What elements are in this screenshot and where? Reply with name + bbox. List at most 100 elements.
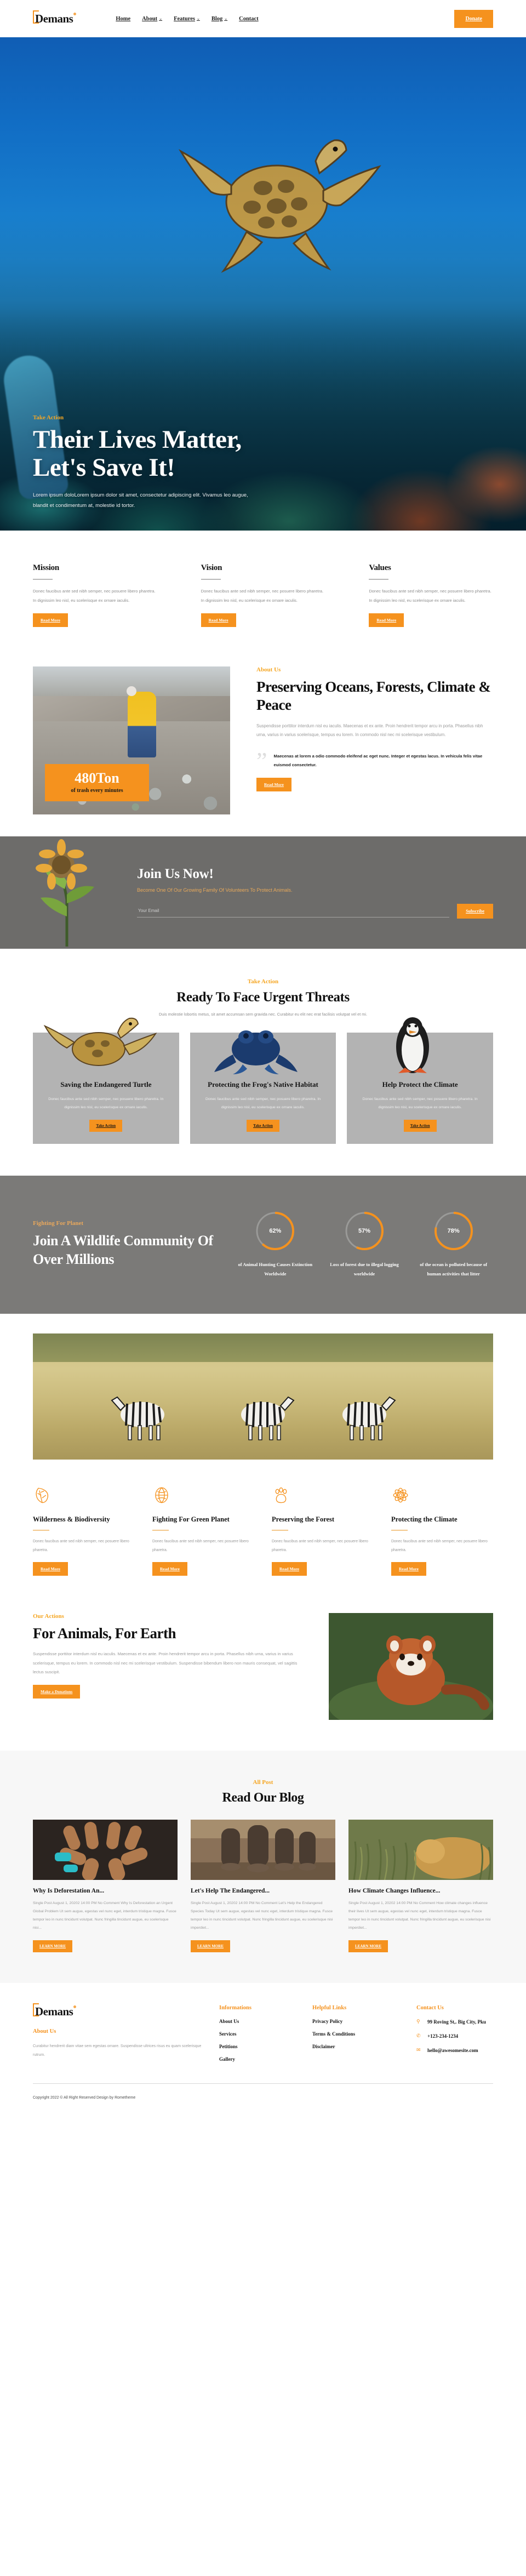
feature-text: Donec faucibus ante sed nibh semper, nec… <box>272 1540 368 1552</box>
globe-icon <box>155 1487 168 1503</box>
donut-chart: 78% <box>432 1210 475 1252</box>
nav-item-contact[interactable]: Contact <box>239 16 259 22</box>
threats-title: Ready To Face Urgent Threats <box>176 989 350 1005</box>
blog-thumbnail <box>348 1819 493 1880</box>
mvv-card-values: Values Donec faucibus ante sed nibh semp… <box>369 563 493 627</box>
hero-title-line-1: Their Lives Matter, <box>33 425 242 454</box>
features-section: Wilderness & Biodiversity Donec faucibus… <box>0 1460 526 1600</box>
blog-card[interactable]: Why Is Deforestation An... Single Post A… <box>33 1819 178 1952</box>
photo-person-head <box>127 686 136 696</box>
footer-link-gallery[interactable]: Gallery <box>219 2056 301 2062</box>
read-more-button[interactable]: Read More <box>152 1561 187 1576</box>
blog-card[interactable]: Let's Help The Endangered... Single Post… <box>191 1819 335 1952</box>
contact-email-text: hello@awesomesite.com <box>427 2047 478 2053</box>
nav-item-blog[interactable]: Blog ⌄ <box>211 16 227 22</box>
footer-link-disclaimer[interactable]: Disclaimer <box>312 2044 405 2049</box>
read-more-button[interactable]: Read More <box>33 1561 68 1576</box>
footer-link-about-us[interactable]: About Us <box>219 2019 301 2024</box>
actions-eyebrow: Our Actions <box>33 1612 64 1620</box>
divider <box>152 1530 169 1531</box>
make-donations-button[interactable]: Make a Donations <box>33 1685 81 1699</box>
quote-mark-icon: ” <box>256 748 267 775</box>
divider <box>391 1530 408 1531</box>
mvv-card-vision: Vision Donec faucibus ante sed nibh semp… <box>201 563 325 627</box>
threat-title: Saving the Endangered Turtle <box>60 1080 152 1088</box>
take-action-button[interactable]: Take Action <box>403 1120 437 1132</box>
mission-vision-values-section: Mission Donec faucibus ante sed nibh sem… <box>0 531 526 657</box>
about-read-more-button[interactable]: Read More <box>256 778 291 792</box>
footer-link-services[interactable]: Services <box>219 2031 301 2037</box>
envelope-icon: ✉ <box>416 2047 421 2053</box>
elephant-feet-photo <box>191 1819 335 1880</box>
divider <box>201 579 221 580</box>
stats-heading-column: Fighting For Planet Join A Wildlife Comm… <box>33 1220 214 1269</box>
donate-button[interactable]: Donate <box>454 9 493 28</box>
divider <box>369 579 389 580</box>
footer-helpful-column: Helpful Links Privacy Policy Terms & Con… <box>312 2005 405 2069</box>
blog-post-excerpt: Single Post August 1, 20202 14:00 PM No … <box>33 1901 176 1930</box>
zebra-illustration <box>342 1396 396 1440</box>
learn-more-button[interactable]: LEARN MORE <box>33 1940 73 1952</box>
footer-brand-logo[interactable]: Demans <box>33 2003 208 2019</box>
footer-informations-column: Informations About Us Services Petitions… <box>219 2005 301 2069</box>
logo-bracket-icon <box>33 10 39 24</box>
zebra-banner-section <box>0 1314 526 1460</box>
footer-about-title: About Us <box>33 2028 56 2034</box>
take-action-button[interactable]: Take Action <box>89 1120 123 1132</box>
mvv-grid: Mission Donec faucibus ante sed nibh sem… <box>33 563 493 627</box>
about-quote: ” Maecenas at lorem a odio commodo eleif… <box>256 748 493 775</box>
nav-label: Contact <box>239 15 259 22</box>
take-action-button[interactable]: Take Action <box>247 1120 279 1132</box>
footer-link-terms-conditions[interactable]: Terms & Conditions <box>312 2031 405 2037</box>
footer-helpful-title: Helpful Links <box>312 2004 347 2011</box>
nav-label: Blog <box>211 15 223 22</box>
blog-post-title: How Climate Changes Influence... <box>348 1887 441 1894</box>
brand-logo[interactable]: Demans <box>33 10 77 26</box>
newsletter-subtitle: Become One Of Our Growing Family Of Volu… <box>137 887 293 893</box>
stat-badge: 480Ton of trash every minutes <box>45 764 149 801</box>
chevron-down-icon: ⌄ <box>224 16 228 21</box>
nav-item-about[interactable]: About ⌄ <box>142 16 162 22</box>
features-grid: Wilderness & Biodiversity Donec faucibus… <box>33 1486 493 1576</box>
email-input[interactable] <box>137 904 450 918</box>
nav-label: Features <box>174 15 195 22</box>
blog-card[interactable]: How Climate Changes Influence... Single … <box>348 1819 493 1952</box>
chevron-down-icon: ⌄ <box>159 16 163 21</box>
threat-text: Donec faucibus ante sed nibh semper, nec… <box>48 1097 164 1110</box>
nav-item-home[interactable]: Home <box>116 16 130 22</box>
read-more-button[interactable]: Read More <box>391 1561 426 1576</box>
wildlife-community-stats-section: Fighting For Planet Join A Wildlife Comm… <box>0 1176 526 1314</box>
contact-phone-text: +123-234-1234 <box>427 2033 459 2039</box>
contact-email-row[interactable]: ✉ hello@awesomesite.com <box>416 2047 493 2054</box>
stat-number: 480Ton <box>75 770 119 787</box>
contact-phone-row[interactable]: ✆ +123-234-1234 <box>416 2033 493 2040</box>
read-more-button[interactable]: Read More <box>33 613 68 627</box>
stat-label: of trash every minutes <box>71 787 123 794</box>
lion-grass-photo <box>348 1819 493 1880</box>
chevron-down-icon: ⌄ <box>196 16 200 21</box>
nav-item-features[interactable]: Features ⌄ <box>174 16 200 22</box>
mvv-title: Mission <box>33 563 59 572</box>
photo-person <box>127 691 156 757</box>
read-more-button[interactable]: Read More <box>369 613 404 627</box>
donut-value: 78% <box>447 1228 460 1235</box>
learn-more-button[interactable]: LEARN MORE <box>191 1940 231 1952</box>
donut-value: 57% <box>358 1228 370 1235</box>
hero-title: Their Lives Matter, Let's Save It! <box>33 426 493 481</box>
location-pin-icon: ⚲ <box>416 2018 420 2024</box>
stat-donut-item: 78% of the ocean is polluted because of … <box>414 1210 493 1279</box>
subscribe-button[interactable]: Subscribe <box>457 903 493 919</box>
threat-card: Saving the Endangered Turtle Donec fauci… <box>33 1017 179 1144</box>
feature-item: Protecting the Climate Donec faucibus an… <box>391 1486 493 1576</box>
copyright-text: Copyright 2022 © All Right Reserved Desi… <box>33 2095 136 2100</box>
footer-contact-column: Contact Us ⚲ 99 Roving St,. Big City, Pk… <box>416 2005 493 2069</box>
read-more-button[interactable]: Read More <box>272 1561 307 1576</box>
learn-more-button[interactable]: LEARN MORE <box>348 1940 388 1952</box>
our-actions-section: Our Actions For Animals, For Earth Suspe… <box>0 1600 526 1751</box>
blog-post-excerpt: Single Post August 1, 20202 14:00 PM No … <box>191 1901 333 1930</box>
footer-link-petitions[interactable]: Petitions <box>219 2044 301 2049</box>
footer-link-privacy-policy[interactable]: Privacy Policy <box>312 2019 405 2024</box>
blog-title: Read Our Blog <box>222 1790 304 1805</box>
mvv-text: Donec faucibus ante sed nibh semper, nec… <box>369 589 491 603</box>
read-more-button[interactable]: Read More <box>201 613 236 627</box>
